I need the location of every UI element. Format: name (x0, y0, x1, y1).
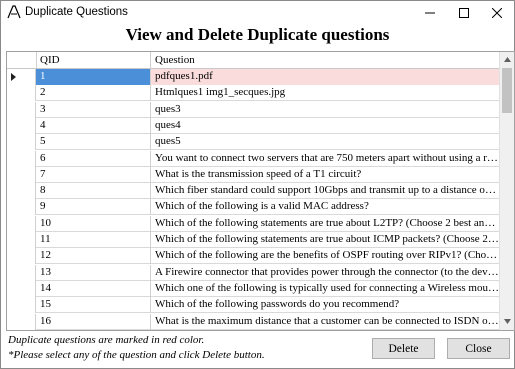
window-title: Duplicate Questions (25, 6, 128, 18)
cell-qid[interactable]: 6 (36, 150, 151, 167)
table-row[interactable]: 15 Which of the following passwords do yo… (7, 297, 499, 314)
cell-qid[interactable]: 4 (36, 117, 151, 134)
row-selector[interactable] (7, 199, 36, 216)
cell-question[interactable]: Which of the following statements are tr… (151, 216, 499, 232)
row-selector[interactable] (7, 117, 36, 134)
cell-question[interactable]: Which fiber standard could support 10Gbp… (151, 183, 499, 199)
row-selector[interactable] (7, 101, 36, 118)
cell-qid[interactable]: 2 (36, 85, 151, 102)
cell-question[interactable]: Which of the following statements are tr… (151, 232, 499, 248)
cell-question[interactable]: pdfques1.pdf (151, 69, 499, 85)
cell-qid[interactable]: 8 (36, 183, 151, 200)
close-button[interactable]: Close (447, 338, 510, 359)
table-row[interactable]: 13 A Firewire connector that provides pow… (7, 264, 499, 281)
duplicate-questions-window: Duplicate Questions View and Delete Dupl… (0, 0, 515, 369)
table-row[interactable]: 8 Which fiber standard could support 10Gb… (7, 183, 499, 200)
minimize-icon (425, 12, 435, 14)
cell-question[interactable]: Which of the following passwords do you … (151, 297, 499, 313)
cell-question[interactable]: Which one of the following is typically … (151, 281, 499, 297)
cell-question[interactable]: Which of the following is a valid MAC ad… (151, 199, 499, 215)
page-heading: View and Delete Duplicate questions (125, 25, 390, 44)
table-row[interactable]: 3 ques3 (7, 101, 499, 118)
cell-qid[interactable]: 16 (36, 313, 151, 330)
cell-question[interactable]: Which of the following are the benefits … (151, 248, 499, 264)
maximize-button[interactable] (447, 1, 481, 25)
row-selector[interactable] (7, 232, 36, 248)
row-selector[interactable] (7, 134, 36, 151)
close-window-button[interactable] (480, 1, 514, 25)
cell-question[interactable]: A Firewire connector that provides power… (151, 265, 499, 281)
cell-qid[interactable]: 12 (36, 248, 151, 265)
table-row[interactable]: 2 Htmlques1 img1_secques.jpg (7, 85, 499, 102)
app-a-icon (7, 5, 21, 19)
cell-qid[interactable]: 7 (36, 166, 151, 183)
row-selector[interactable] (7, 264, 36, 281)
row-selector[interactable] (7, 166, 36, 183)
grid-header: QID Question (7, 52, 499, 69)
row-selector[interactable] (7, 313, 36, 330)
maximize-icon (459, 8, 469, 18)
cell-question[interactable]: What is the maximum distance that a cust… (151, 314, 499, 330)
cell-qid[interactable]: 14 (36, 280, 151, 297)
row-selector[interactable] (7, 280, 36, 297)
table-row[interactable]: 11 Which of the following statements are … (7, 232, 499, 248)
cell-qid[interactable]: 15 (36, 297, 151, 314)
vertical-scrollbar[interactable] (499, 52, 514, 330)
row-selector[interactable] (7, 150, 36, 167)
row-selector[interactable] (7, 248, 36, 265)
scrollbar-thumb[interactable] (502, 68, 512, 113)
row-header-corner (7, 52, 37, 68)
scroll-down-icon (504, 319, 511, 324)
cell-qid[interactable]: 9 (36, 199, 151, 216)
cell-qid[interactable]: 5 (36, 134, 151, 151)
table-row[interactable]: 6 You want to connect two servers that ar… (7, 150, 499, 167)
cell-qid[interactable]: 3 (36, 101, 151, 118)
table-row[interactable]: 1 pdfques1.pdf (7, 69, 499, 85)
table-row[interactable]: 7 What is the transmission speed of a T1 … (7, 166, 499, 183)
cell-qid[interactable]: 1 (36, 69, 151, 85)
column-header-qid[interactable]: QID (36, 52, 151, 68)
cell-question[interactable]: ques3 (151, 102, 499, 118)
duplicate-note: Duplicate questions are marked in red co… (8, 334, 205, 346)
table-row[interactable]: 12 Which of the following are the benefit… (7, 248, 499, 265)
cell-question[interactable]: ques4 (151, 118, 499, 134)
table-row[interactable]: 14 Which one of the following is typicall… (7, 280, 499, 297)
scroll-up-icon (504, 57, 511, 62)
grid-body: QID Question 1 pdfques1.pdf 2 Htmlques1 img… (7, 52, 499, 330)
row-selector[interactable] (7, 69, 36, 85)
row-selector[interactable] (7, 183, 36, 200)
title-bar[interactable]: Duplicate Questions (1, 1, 514, 25)
table-row[interactable]: 4 ques4 (7, 117, 499, 134)
table-row[interactable]: 16 What is the maximum distance that a cu… (7, 313, 499, 330)
cell-question[interactable]: You want to connect two servers that are… (151, 151, 499, 167)
close-icon (492, 8, 502, 18)
column-header-question[interactable]: Question (151, 52, 499, 68)
cell-qid[interactable]: 11 (36, 232, 151, 248)
scroll-up-button[interactable] (500, 52, 514, 67)
questions-grid[interactable]: QID Question 1 pdfques1.pdf 2 Htmlques1 img… (6, 51, 515, 331)
cell-question[interactable]: ques5 (151, 134, 499, 150)
cell-qid[interactable]: 13 (36, 264, 151, 281)
table-row[interactable]: 5 ques5 (7, 134, 499, 151)
row-selector[interactable] (7, 85, 36, 102)
table-row[interactable]: 9 Which of the following is a valid MAC a… (7, 199, 499, 216)
current-row-arrow-icon (11, 73, 16, 81)
cell-question[interactable]: Htmlques1 img1_secques.jpg (151, 85, 499, 101)
cell-qid[interactable]: 10 (36, 215, 151, 232)
table-row[interactable]: 10 Which of the following statements are … (7, 215, 499, 232)
row-selector[interactable] (7, 215, 36, 232)
delete-button[interactable]: Delete (372, 338, 435, 359)
instruction-note: *Please select any of the question and c… (8, 349, 265, 361)
scroll-down-button[interactable] (500, 314, 514, 329)
row-selector[interactable] (7, 297, 36, 314)
cell-question[interactable]: What is the transmission speed of a T1 c… (151, 167, 499, 183)
minimize-button[interactable] (413, 1, 447, 25)
